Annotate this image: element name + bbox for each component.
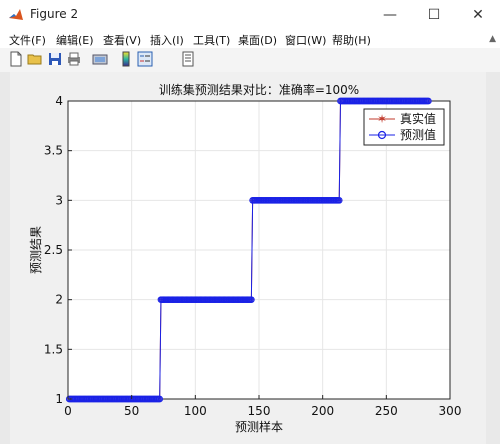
save-icon[interactable]	[47, 51, 63, 67]
close-button[interactable]: ✕	[456, 0, 500, 30]
x-tick-label: 300	[439, 404, 462, 418]
y-tick-label: 3	[55, 193, 63, 207]
y-tick-label: 4	[55, 94, 63, 108]
figure-window: Figure 2 — ☐ ✕ 文件(F) 编辑(E) 查看(V) 插入(I) 工…	[0, 0, 500, 444]
link-plot-icon[interactable]	[92, 51, 108, 67]
minimize-button[interactable]: —	[368, 0, 412, 30]
legend-true-label: 真实值	[400, 111, 436, 126]
x-tick-label: 100	[184, 404, 207, 418]
y-tick-label: 2	[55, 293, 63, 307]
x-tick-label: 0	[64, 404, 72, 418]
open-file-icon[interactable]	[27, 51, 43, 67]
menu-insert[interactable]: 插入(I)	[150, 32, 184, 48]
y-tick-label: 2.5	[44, 243, 63, 257]
legend-icon[interactable]	[137, 51, 153, 67]
menu-file[interactable]: 文件(F)	[9, 32, 46, 48]
figure-toolbar	[0, 48, 500, 73]
chart-title: 训练集预测结果对比：准确率=100%	[159, 82, 359, 97]
property-inspector-icon[interactable]	[180, 51, 196, 67]
y-axis-label: 预测结果	[29, 226, 43, 274]
x-tick-label: 250	[375, 404, 398, 418]
legend-pred-label: 预测值	[400, 127, 436, 142]
menu-tools[interactable]: 工具(T)	[193, 32, 230, 48]
new-figure-icon[interactable]	[8, 51, 24, 67]
x-axis-label: 预测样本	[235, 419, 283, 434]
menu-desktop[interactable]: 桌面(D)	[238, 32, 277, 48]
window-title: Figure 2	[30, 7, 79, 21]
menu-help[interactable]: 帮助(H)	[332, 32, 371, 48]
matlab-logo-icon	[9, 9, 23, 20]
maximize-button[interactable]: ☐	[412, 0, 456, 30]
legend[interactable]: ✶ 真实值 预测值	[363, 108, 445, 146]
close-icon: ✕	[472, 7, 484, 23]
figure-canvas: 0 50 100 150 200 250 300 1 1.5 2 2.5 3 3.5 4 训练集预测结果…	[10, 72, 486, 444]
minimize-icon: —	[383, 7, 397, 23]
y-tick-label: 1	[55, 392, 63, 406]
y-tick-label: 1.5	[44, 342, 63, 356]
menu-edit[interactable]: 编辑(E)	[56, 32, 94, 48]
maximize-icon: ☐	[427, 7, 441, 23]
menu-window[interactable]: 窗口(W)	[285, 32, 326, 48]
x-tick-label: 50	[124, 404, 139, 418]
legend-true-marker: ✶	[377, 112, 387, 126]
title-bar: Figure 2 — ☐ ✕	[0, 0, 500, 30]
y-tick-label: 3.5	[44, 144, 63, 158]
menubar-arrow-icon[interactable]: ▲	[489, 34, 496, 44]
colorbar-icon[interactable]	[118, 51, 134, 67]
x-tick-label: 200	[311, 404, 334, 418]
menu-bar: 文件(F) 编辑(E) 查看(V) 插入(I) 工具(T) 桌面(D) 窗口(W…	[0, 30, 500, 48]
x-tick-label: 150	[248, 404, 271, 418]
print-icon[interactable]	[66, 51, 82, 67]
menu-view[interactable]: 查看(V)	[103, 32, 141, 48]
